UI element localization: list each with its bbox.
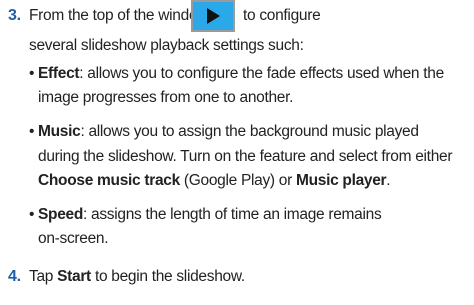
instruction-page: 3. From the top of the window tap to con… <box>0 0 474 305</box>
effect-description-cont: image progresses from one to another. <box>38 89 294 106</box>
bullet-dot: • <box>29 123 35 140</box>
step4-text-before: Tap <box>29 268 58 285</box>
step4-text-after: to begin the slideshow. <box>90 268 245 285</box>
speed-description: : assigns the length of time an image re… <box>83 206 382 223</box>
music-description: : allows you to assign the background mu… <box>80 123 419 140</box>
speed-description-cont: on-screen. <box>38 230 109 247</box>
choose-music-track-label: Choose music track <box>38 172 180 189</box>
start-label: Start <box>57 268 91 285</box>
step3-text-after-icon: to configure <box>243 7 321 24</box>
music-mid-text: (Google Play) or <box>179 172 296 189</box>
music-player-label: Music player <box>295 172 387 189</box>
step3-text-line2: several slideshow playback settings such… <box>29 37 304 54</box>
effect-term: Effect <box>38 65 80 82</box>
bullet-dot: • <box>29 206 35 223</box>
bullet-dot: • <box>29 65 35 82</box>
music-term: Music <box>38 123 81 140</box>
step3-number: 3. <box>8 7 21 24</box>
speed-term: Speed <box>38 206 84 223</box>
music-description-cont: during the slideshow. Turn on the featur… <box>38 148 453 165</box>
effect-description: : allows you to configure the fade effec… <box>79 65 444 82</box>
music-end-text: . <box>386 172 391 189</box>
step4-number: 4. <box>8 268 21 285</box>
play-icon <box>191 0 235 32</box>
